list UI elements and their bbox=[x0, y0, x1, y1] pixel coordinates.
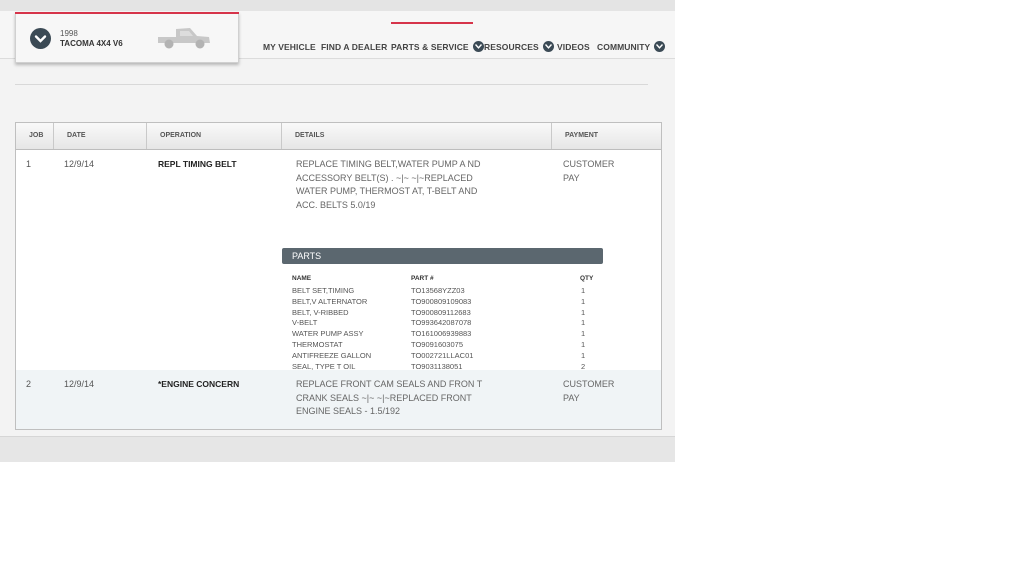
part-part: TO13568YZZ03 bbox=[411, 286, 465, 295]
truck-icon bbox=[156, 24, 212, 57]
nav-videos-label: VIDEOS bbox=[557, 42, 590, 52]
payment-line: CUSTOMER bbox=[563, 379, 615, 389]
parts-col-qty: QTY bbox=[580, 275, 594, 282]
nav-community[interactable]: COMMUNITY bbox=[597, 41, 666, 53]
nav-resources[interactable]: RESOURCES bbox=[484, 41, 554, 53]
details-line: ENGINE SEALS - 1.5/192 bbox=[296, 406, 401, 416]
job-date: 12/9/14 bbox=[64, 379, 95, 389]
vehicle-model: TACOMA 4X4 V6 bbox=[60, 39, 123, 48]
vehicle-year: 1998 bbox=[60, 29, 78, 38]
nav-find-a-dealer[interactable]: FIND A DEALER bbox=[321, 42, 387, 52]
part-qty: 1 bbox=[581, 286, 586, 295]
part-name: BELT SET,TIMING bbox=[292, 286, 355, 295]
payment-line: CUSTOMER bbox=[563, 159, 615, 169]
part-part: TO900809109083 bbox=[411, 296, 472, 306]
part-part: TO9091603075 bbox=[411, 340, 463, 349]
part-name: BELT,V ALTERNATOR bbox=[292, 296, 368, 306]
col-header-details: DETAILS bbox=[282, 123, 552, 149]
part-qty: 1 bbox=[581, 307, 586, 317]
col-header-operation: OPERATION bbox=[147, 123, 282, 149]
job-payment: CUSTOMER PAY bbox=[563, 378, 614, 405]
col-header-job: JOB bbox=[16, 123, 54, 149]
nav-community-label: COMMUNITY bbox=[597, 42, 651, 52]
details-line: ACCESSORY BELT(S) . ~|~ ~|~REPLACED bbox=[296, 172, 473, 183]
nav-parts-and-service-label: PARTS & SERVICE bbox=[391, 42, 469, 52]
job-operation: REPL TIMING BELT bbox=[158, 159, 237, 169]
part-name: V-BELT bbox=[292, 318, 318, 328]
details-line: ACC. BELTS 5.0/19 bbox=[296, 199, 376, 210]
col-header-date: DATE bbox=[54, 123, 147, 149]
part-qty: 1 bbox=[581, 329, 586, 339]
part-qty: 1 bbox=[581, 296, 586, 306]
details-line: CRANK SEALS ~|~ ~|~REPLACED FRONT bbox=[296, 392, 472, 403]
table-row: 1 12/9/14 REPL TIMING BELT REPLACE TIMIN… bbox=[16, 150, 661, 381]
nav-resources-label: RESOURCES bbox=[484, 42, 539, 52]
chevron-down-icon bbox=[654, 41, 666, 53]
part-name: ANTIFREEZE GALLON bbox=[292, 350, 372, 360]
part-qty: 1 bbox=[581, 340, 586, 349]
nav-active-indicator bbox=[391, 22, 473, 24]
section-divider bbox=[15, 84, 648, 85]
app-viewport: MY VEHICLE FIND A DEALER PARTS & SERVICE… bbox=[0, 0, 675, 462]
col-header-payment: PAYMENT bbox=[565, 132, 599, 139]
nav-find-a-dealer-label: FIND A DEALER bbox=[321, 42, 388, 52]
payment-line: PAY bbox=[563, 392, 580, 403]
part-part: TO900809112683 bbox=[411, 307, 471, 317]
details-line: WATER PUMP, THERMOST AT, T-BELT AND bbox=[296, 186, 478, 196]
table-row: 2 12/9/14 *ENGINE CONCERN REPLACE FRONT … bbox=[16, 370, 661, 429]
nav-videos[interactable]: VIDEOS bbox=[557, 42, 590, 52]
top-strip bbox=[0, 0, 675, 11]
service-history-table: JOB DATE OPERATION DETAILS PAYMENT 1 12/… bbox=[15, 122, 662, 430]
chevron-down-icon[interactable] bbox=[30, 28, 51, 49]
vehicle-selector[interactable]: 1998 TACOMA 4X4 V6 bbox=[15, 12, 239, 63]
vehicle-card-accent bbox=[15, 12, 239, 14]
nav-parts-and-service[interactable]: PARTS & SERVICE bbox=[391, 41, 484, 53]
job-payment: CUSTOMER PAY bbox=[563, 158, 614, 185]
job-number: 1 bbox=[26, 159, 32, 169]
job-operation: *ENGINE CONCERN bbox=[158, 379, 240, 389]
part-part: TO002721LLAC01 bbox=[411, 350, 474, 360]
part-name: BELT, V-RIBBED bbox=[292, 307, 349, 317]
part-qty: 1 bbox=[581, 318, 586, 328]
parts-section-header: PARTS bbox=[282, 248, 603, 264]
footer-strip bbox=[0, 436, 675, 462]
chevron-down-icon bbox=[542, 41, 554, 53]
details-line: REPLACE TIMING BELT,WATER PUMP A ND bbox=[296, 159, 481, 169]
payment-line: PAY bbox=[563, 172, 580, 183]
part-name: WATER PUMP ASSY bbox=[292, 329, 364, 339]
part-part: TO161006939883 bbox=[411, 329, 472, 339]
nav-my-vehicle[interactable]: MY VEHICLE bbox=[263, 42, 316, 52]
nav-my-vehicle-label: MY VEHICLE bbox=[263, 42, 316, 52]
job-details: REPLACE TIMING BELT,WATER PUMP A ND ACCE… bbox=[296, 158, 486, 212]
part-qty: 1 bbox=[581, 350, 586, 360]
part-part: TO993642087078 bbox=[411, 318, 472, 328]
chevron-down-icon bbox=[472, 41, 484, 53]
details-line: REPLACE FRONT CAM SEALS AND FRON T bbox=[296, 379, 483, 389]
job-number: 2 bbox=[26, 379, 32, 389]
table-header: JOB DATE OPERATION DETAILS PAYMENT bbox=[16, 123, 661, 150]
parts-col-name: NAME bbox=[292, 275, 312, 282]
job-details: REPLACE FRONT CAM SEALS AND FRON T CRANK… bbox=[296, 378, 486, 419]
job-date: 12/9/14 bbox=[64, 159, 95, 169]
parts-col-part: PART # bbox=[411, 275, 434, 282]
part-name: THERMOSTAT bbox=[292, 340, 343, 349]
